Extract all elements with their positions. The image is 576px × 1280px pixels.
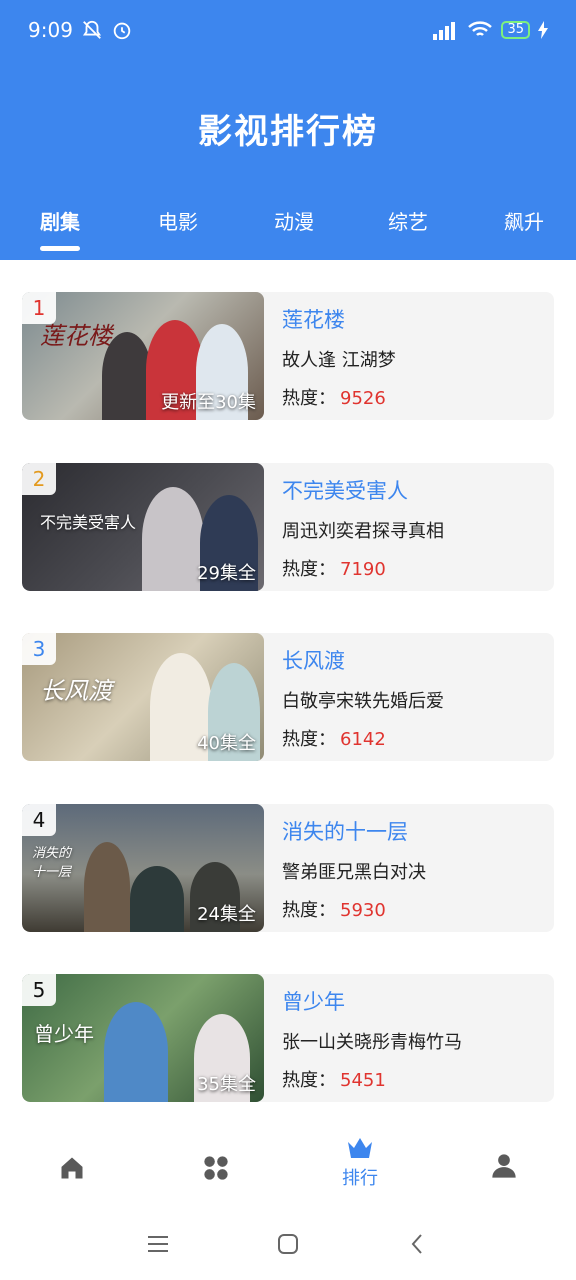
user-icon	[492, 1154, 516, 1178]
list-item[interactable]: 曾少年 5 35集全 曾少年 张一山关晓彤青梅竹马 热度： 5451	[22, 974, 554, 1102]
list-item[interactable]: 长风渡 3 40集全 长风渡 白敬亭宋轶先婚后爱 热度： 6142	[22, 633, 554, 761]
show-description: 白敬亭宋轶先婚后爱	[282, 691, 444, 712]
poster-title-art: 消失的十一层	[32, 846, 72, 880]
nav-ranking[interactable]: 排行	[310, 1136, 410, 1190]
nav-profile[interactable]	[454, 1136, 554, 1180]
tab-variety[interactable]: 综艺	[368, 206, 448, 235]
bottom-nav: 排行	[0, 1120, 576, 1210]
show-title: 曾少年	[282, 990, 345, 1014]
list-item[interactable]: 莲花楼 1 更新至30集 莲花楼 故人逢 江湖梦 热度： 9526	[22, 292, 554, 420]
status-right: 35	[431, 20, 548, 40]
heat-row: 热度： 7190	[282, 555, 386, 581]
mute-icon	[82, 20, 101, 39]
battery-indicator: 35	[501, 21, 530, 39]
heat-label: 热度：	[282, 559, 336, 580]
status-bar: 9:09 35	[0, 0, 576, 60]
tab-movie[interactable]: 电影	[138, 206, 218, 235]
heat-value: 5930	[340, 900, 386, 921]
show-description: 警弟匪兄黑白对决	[282, 862, 426, 883]
home-icon	[61, 1157, 83, 1179]
charging-icon	[538, 21, 548, 39]
show-description: 张一山关晓彤青梅竹马	[282, 1032, 462, 1053]
item-info: 长风渡 白敬亭宋轶先婚后爱 热度： 6142	[282, 633, 542, 761]
nav-categories[interactable]	[166, 1136, 266, 1182]
crown-icon	[348, 1138, 372, 1158]
alarm-icon	[113, 22, 131, 40]
heat-row: 热度： 6142	[282, 725, 386, 751]
poster-thumbnail: 莲花楼 1 更新至30集	[22, 292, 264, 420]
nav-ranking-label: 排行	[342, 1168, 378, 1189]
show-title: 长风渡	[282, 649, 345, 673]
rank-badge: 5	[22, 974, 56, 1006]
heat-label: 热度：	[282, 900, 336, 921]
menu-icon[interactable]	[146, 1232, 170, 1256]
tab-drama[interactable]: 剧集	[20, 206, 100, 235]
active-tab-indicator	[40, 246, 80, 251]
heat-value: 7190	[340, 559, 386, 580]
episode-tag: 35集全	[197, 1074, 256, 1095]
system-nav-bar	[0, 1210, 576, 1280]
heat-value: 6142	[340, 729, 386, 750]
episode-tag: 更新至30集	[161, 392, 256, 413]
header: 影视排行榜 剧集 电影 动漫 综艺 飙升	[0, 60, 576, 260]
page-title: 影视排行榜	[198, 112, 378, 152]
rank-badge: 4	[22, 804, 56, 836]
poster-thumbnail: 曾少年 5 35集全	[22, 974, 264, 1102]
heat-row: 热度： 9526	[282, 384, 386, 410]
status-time: 9:09	[28, 18, 73, 42]
rank-badge: 2	[22, 463, 56, 495]
show-description: 周迅刘奕君探寻真相	[282, 521, 444, 542]
poster-thumbnail: 消失的十一层 4 24集全	[22, 804, 264, 932]
signal-icon	[433, 22, 456, 40]
tab-rising[interactable]: 飙升	[484, 206, 564, 235]
item-info: 莲花楼 故人逢 江湖梦 热度： 9526	[282, 292, 542, 420]
heat-label: 热度：	[282, 1070, 336, 1091]
poster-title-art: 长风渡	[40, 677, 112, 705]
item-info: 不完美受害人 周迅刘奕君探寻真相 热度： 7190	[282, 463, 542, 591]
tab-anime[interactable]: 动漫	[254, 206, 334, 235]
nav-home[interactable]	[22, 1136, 122, 1182]
back-icon[interactable]	[406, 1232, 430, 1256]
heat-row: 热度： 5451	[282, 1066, 386, 1092]
episode-tag: 29集全	[197, 563, 256, 584]
rank-badge: 1	[22, 292, 56, 324]
item-info: 消失的十一层 警弟匪兄黑白对决 热度： 5930	[282, 804, 542, 932]
heat-label: 热度：	[282, 388, 336, 409]
poster-thumbnail: 不完美受害人 2 29集全	[22, 463, 264, 591]
grid-icon	[204, 1156, 228, 1180]
poster-thumbnail: 长风渡 3 40集全	[22, 633, 264, 761]
rank-badge: 3	[22, 633, 56, 665]
list-item[interactable]: 消失的十一层 4 24集全 消失的十一层 警弟匪兄黑白对决 热度： 5930	[22, 804, 554, 932]
list-item[interactable]: 不完美受害人 2 29集全 不完美受害人 周迅刘奕君探寻真相 热度： 7190	[22, 463, 554, 591]
episode-tag: 40集全	[197, 733, 256, 754]
show-description: 故人逢 江湖梦	[282, 350, 396, 371]
wifi-icon	[468, 21, 493, 36]
poster-title-art: 不完美受害人	[40, 513, 137, 532]
heat-value: 5451	[340, 1070, 386, 1091]
show-title: 消失的十一层	[282, 820, 408, 844]
home-square-icon[interactable]	[276, 1232, 300, 1256]
status-left-icons	[81, 19, 133, 41]
category-tabs: 剧集 电影 动漫 综艺 飙升	[0, 206, 576, 246]
poster-title-art: 曾少年	[34, 1022, 94, 1046]
heat-value: 9526	[340, 388, 386, 409]
heat-label: 热度：	[282, 729, 336, 750]
show-title: 莲花楼	[282, 308, 345, 332]
heat-row: 热度： 5930	[282, 896, 386, 922]
episode-tag: 24集全	[197, 904, 256, 925]
show-title: 不完美受害人	[282, 479, 408, 503]
item-info: 曾少年 张一山关晓彤青梅竹马 热度： 5451	[282, 974, 542, 1102]
